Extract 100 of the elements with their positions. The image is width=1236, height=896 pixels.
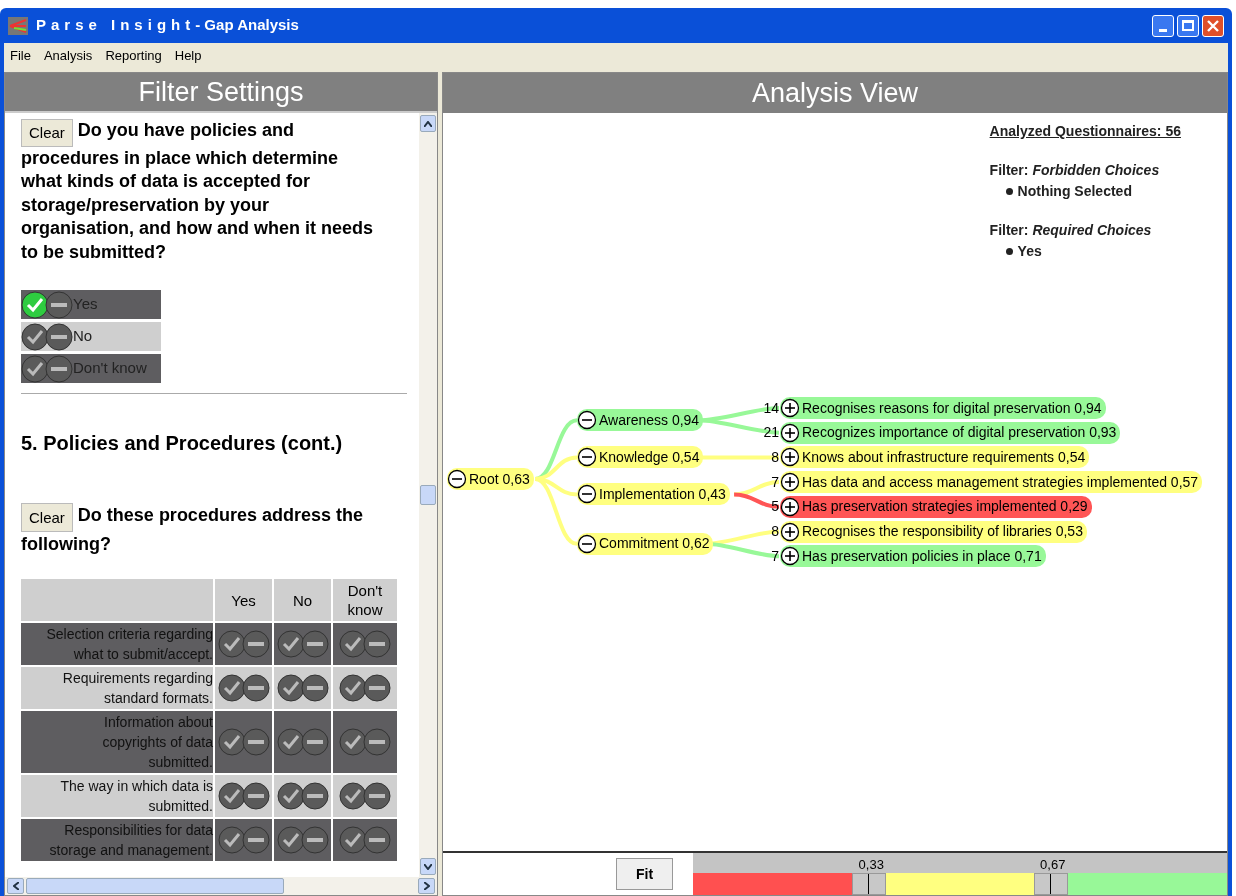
menu-item[interactable]: File xyxy=(10,45,31,66)
minus-icon[interactable] xyxy=(363,782,391,810)
check-icon[interactable] xyxy=(217,826,246,854)
check-icon[interactable] xyxy=(276,826,305,854)
minus-icon[interactable] xyxy=(241,674,270,702)
choice-cell[interactable] xyxy=(215,775,272,817)
minus-icon[interactable] xyxy=(300,630,329,658)
minus-icon[interactable] xyxy=(363,674,391,702)
vertical-scrollbar[interactable] xyxy=(419,113,437,877)
check-icon[interactable] xyxy=(217,728,246,756)
row-label: Selection criteria regarding what to submit/accept. xyxy=(21,623,213,665)
row-label: The way in which data is submitted. xyxy=(21,775,213,817)
row-label: Responsibilities for data storage and management. xyxy=(21,819,213,861)
tree-node[interactable]: Recognises reasons for digital preservation 0,94 xyxy=(780,397,1106,419)
count-label: 21 xyxy=(762,423,779,443)
tree-node[interactable]: Knows about infrastructure requirements 0,54 xyxy=(780,446,1090,469)
check-icon[interactable] xyxy=(276,674,305,702)
threshold-label: 0,67 xyxy=(1040,856,1066,874)
choice-cell[interactable] xyxy=(333,819,397,861)
check-icon[interactable] xyxy=(276,630,305,658)
bullet-icon xyxy=(1005,188,1013,195)
minus-icon[interactable] xyxy=(241,826,270,854)
check-icon[interactable] xyxy=(339,728,367,756)
tree-node[interactable]: Has preservation strategies implemented 0,29 xyxy=(780,495,1092,518)
minus-icon[interactable] xyxy=(45,322,73,351)
check-icon[interactable] xyxy=(276,782,305,810)
minus-icon[interactable] xyxy=(241,630,270,658)
check-icon[interactable] xyxy=(276,728,305,756)
tree-node[interactable]: Has data and access management strategies implemented 0,57 xyxy=(780,471,1203,494)
choice-cell[interactable] xyxy=(274,819,331,861)
check-icon[interactable] xyxy=(21,354,49,383)
filter-item: Nothing Selected xyxy=(1017,182,1132,201)
tree-node[interactable]: Has preservation policies in place 0,71 xyxy=(780,545,1046,568)
menu-item[interactable]: Reporting xyxy=(105,45,162,66)
section-heading: 5. Policies and Procedures (cont.) xyxy=(21,431,344,456)
check-icon[interactable] xyxy=(21,322,49,351)
menu-item[interactable]: Analysis xyxy=(43,45,93,66)
choice-cell[interactable] xyxy=(215,667,272,709)
choice-cell[interactable] xyxy=(274,667,331,709)
choice-cell[interactable] xyxy=(215,623,272,665)
minus-icon[interactable] xyxy=(45,290,73,319)
minus-icon[interactable] xyxy=(363,826,391,854)
slider-handle[interactable] xyxy=(852,873,887,895)
app-logo-icon xyxy=(8,16,28,35)
check-icon[interactable] xyxy=(339,630,367,658)
minus-icon[interactable] xyxy=(363,728,391,756)
close-button[interactable] xyxy=(1202,14,1224,37)
column-header: No xyxy=(274,579,331,621)
column-header: Yes xyxy=(215,579,272,621)
minus-icon[interactable] xyxy=(300,674,329,702)
count-label: 14 xyxy=(762,398,779,418)
choice-cell[interactable] xyxy=(333,667,397,709)
minus-icon[interactable] xyxy=(300,782,329,810)
choice-cell[interactable] xyxy=(274,623,331,665)
filter-item: Yes xyxy=(1017,242,1042,261)
clear-button[interactable]: Clear xyxy=(21,503,73,532)
tree-node[interactable]: Recognises the responsibility of libraries 0,53 xyxy=(780,520,1087,543)
clear-button[interactable]: Clear xyxy=(21,119,73,147)
check-icon[interactable] xyxy=(217,630,246,658)
scroll-thumb[interactable] xyxy=(420,485,436,505)
count-label: 7 xyxy=(770,472,779,492)
check-icon[interactable] xyxy=(339,782,367,810)
fit-button[interactable]: Fit xyxy=(616,858,673,890)
count-label: 8 xyxy=(770,447,779,467)
choice-cell[interactable] xyxy=(333,775,397,817)
choice-cell[interactable] xyxy=(215,711,272,773)
check-icon[interactable] xyxy=(217,674,246,702)
minimize-button[interactable] xyxy=(1152,14,1174,37)
minus-icon[interactable] xyxy=(241,782,270,810)
close-icon xyxy=(1207,19,1219,32)
choice-cell[interactable] xyxy=(333,711,397,773)
minus-icon[interactable] xyxy=(300,728,329,756)
choice-cell[interactable] xyxy=(274,775,331,817)
check-icon[interactable] xyxy=(217,782,246,810)
check-icon[interactable] xyxy=(339,674,367,702)
tree-node[interactable]: Awareness 0,94 xyxy=(577,409,704,432)
count-label: 7 xyxy=(770,546,779,566)
filter-heading: Filter: Required Choices xyxy=(989,221,1153,240)
choice-cell[interactable] xyxy=(274,711,331,773)
tree-node[interactable]: Implementation 0,43 xyxy=(577,483,730,506)
check-icon[interactable] xyxy=(339,826,367,854)
check-icon[interactable] xyxy=(21,290,49,319)
maximize-button[interactable] xyxy=(1177,14,1199,37)
minus-icon[interactable] xyxy=(300,826,329,854)
tree-node[interactable]: Recognizes importance of digital preservation 0,93 xyxy=(780,421,1121,444)
minus-icon[interactable] xyxy=(45,354,73,383)
tree-node[interactable]: Knowledge 0,54 xyxy=(577,446,704,469)
choice-cell[interactable] xyxy=(333,623,397,665)
minus-icon[interactable] xyxy=(241,728,270,756)
horizontal-scrollbar[interactable] xyxy=(5,877,437,895)
tree-edge xyxy=(734,492,780,509)
minus-icon[interactable] xyxy=(363,630,391,658)
choice-cell[interactable] xyxy=(215,819,272,861)
tree-node[interactable]: Root 0,63 xyxy=(447,468,534,490)
slider-handle[interactable] xyxy=(1033,873,1068,895)
menu-item[interactable]: Help xyxy=(174,45,202,66)
row-label: Information about copyrights of data submitted. xyxy=(21,711,213,773)
scroll-thumb[interactable] xyxy=(26,878,284,894)
threshold-label: 0,33 xyxy=(858,856,884,874)
tree-node[interactable]: Commitment 0,62 xyxy=(577,532,714,555)
